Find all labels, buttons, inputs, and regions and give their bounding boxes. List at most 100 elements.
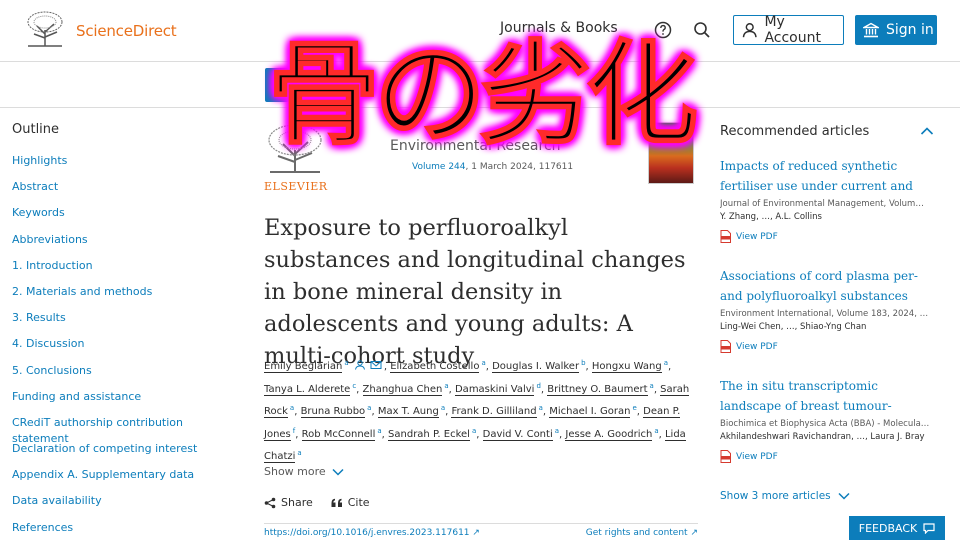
author-name: Zhanghua Chen [362,383,443,396]
chevron-down-icon [332,468,344,476]
author-link[interactable]: Douglas I. Walker b [492,359,586,374]
author-affiliation: c [352,381,357,390]
view-pdf-label: View PDF [736,341,778,352]
email-icon[interactable] [370,360,382,370]
author-link[interactable]: Max T. Aung a [377,404,446,419]
recommended-article: Impacts of reduced synthetic fertiliser … [720,156,938,243]
recommended-article-journal: Environment International, Volume 183, 2… [720,309,929,319]
author-affiliation: a [663,359,668,367]
author-name: Tanya L. Alderete [264,383,351,396]
author-name: Frank D. Gilliland [451,406,537,419]
outline-item[interactable]: References [12,520,242,540]
outline-panel: Outline Highlights Abstract Keywords Abb… [12,122,242,540]
my-account-button[interactable]: My Account [733,14,844,46]
outline-item[interactable]: Appendix A. Supplementary data [12,467,242,493]
chevron-up-icon[interactable] [920,126,934,136]
author-affiliation: a [649,381,654,390]
author-affiliation: b [581,359,586,367]
pdf-icon [720,340,731,353]
feedback-label: FEEDBACK [858,521,918,535]
author-affiliation: a [654,426,659,435]
rights-link[interactable]: Get rights and content ↗ [586,528,698,538]
sign-in-button[interactable]: Sign in [855,15,937,45]
author-affiliation: d [536,381,541,390]
outline-item[interactable]: 1. Introduction [12,258,242,284]
outline-item[interactable]: 3. Results [12,310,242,336]
outline-item[interactable]: CRediT authorship contribution statement [12,415,242,445]
share-icon [264,497,276,508]
outline-item[interactable]: Declaration of competing interest [12,441,242,467]
show-more-articles-button[interactable]: Show 3 more articles [720,490,850,502]
quote-icon [331,498,342,507]
share-cite-bar: Share Cite [264,496,370,509]
feedback-button[interactable]: FEEDBACK [849,516,945,540]
share-label: Share [281,496,313,509]
recommended-view-pdf[interactable]: View PDF [720,340,938,353]
recommended-article-journal: Journal of Environmental Management, Vol… [720,199,924,209]
author-link[interactable]: Jesse A. Goodrich a [565,426,659,441]
view-pdf-label: View PDF [736,451,778,462]
recommended-title: Recommended articles [720,124,870,139]
recommended-view-pdf[interactable]: View PDF [720,230,938,243]
outline-item[interactable]: Funding and assistance [12,389,242,415]
recommended-article-title[interactable]: The in situ transcriptomic landscape of … [720,376,938,416]
pdf-icon [720,450,731,463]
outline-item[interactable]: Data availability [12,493,242,519]
recommended-article-title[interactable]: Associations of cord plasma per- and pol… [720,266,938,306]
author-link[interactable]: Rob McConnell a [301,426,382,441]
author-link[interactable]: Hongxu Wang a [591,359,668,374]
recommended-panel: Recommended articles Impacts of reduced … [720,124,940,502]
cite-label: Cite [347,496,370,509]
author-link[interactable]: Damaskini Valvi d [454,381,541,396]
outline-item[interactable]: Abstract [12,179,242,205]
author-affiliation: a [481,359,486,367]
outline-item[interactable]: Highlights [12,153,242,179]
show-more-button[interactable]: Show more [264,465,344,478]
author-affiliation: a [444,381,449,390]
show-more-articles-label: Show 3 more articles [720,490,831,502]
cite-button[interactable]: Cite [331,496,370,509]
recommended-article-authors: Akhilandeshwari Ravichandran, …, Laura J… [720,432,925,442]
author-link[interactable]: Tanya L. Alderete c [264,381,357,396]
author-link[interactable]: Emily Beglarian a [264,359,349,374]
doi-link[interactable]: https://doi.org/10.1016/j.envres.2023.11… [264,528,480,538]
author-link[interactable]: Elizabeth Costello a [390,359,486,374]
author-affiliation: f [292,426,296,435]
author-link[interactable]: Bruna Rubbo a [300,404,371,419]
article-title: Exposure to perfluoroalkyl substances an… [264,215,686,369]
recommended-view-pdf[interactable]: View PDF [720,450,938,463]
author-affiliation: a [471,426,477,435]
outline-item[interactable]: Abbreviations [12,232,242,258]
outline-item[interactable]: 2. Materials and methods [12,284,242,310]
sciencedirect-logo-text[interactable]: ScienceDirect [76,22,177,40]
author-name: Michael I. Goran [549,406,631,419]
author-name: Hongxu Wang [591,361,662,374]
doi-text: https://doi.org/10.1016/j.envres.2023.11… [264,528,470,538]
author-link[interactable]: Sandrah P. Eckel a [388,426,477,441]
recommended-article-authors: Y. Zhang, …, A.L. Collins [720,212,822,222]
author-link[interactable]: Brittney O. Baumert a [547,381,654,396]
author-name: David V. Conti [482,428,553,441]
author-affiliation: a [344,359,349,367]
author-affiliation: a [554,426,560,435]
author-link[interactable]: Zhanghua Chen a [362,381,449,396]
author-name: Damaskini Valvi [454,383,535,396]
doi-row: https://doi.org/10.1016/j.envres.2023.11… [264,523,698,538]
show-more-label: Show more [264,465,326,478]
author-affiliation: a [377,426,382,435]
author-link[interactable]: Michael I. Goran e [549,404,637,419]
elsevier-tree-logo-icon[interactable] [24,10,66,48]
view-pdf-label: View PDF [736,231,778,242]
search-icon[interactable] [693,21,711,39]
author-affiliation: a [440,404,446,413]
author-affiliation: e [632,404,637,413]
author-link[interactable]: Frank D. Gilliland a [451,404,543,419]
outline-item[interactable]: 4. Discussion [12,336,242,362]
author-link[interactable]: David V. Conti a [482,426,560,441]
share-button[interactable]: Share [264,496,313,509]
recommended-article-title[interactable]: Impacts of reduced synthetic fertiliser … [720,156,938,196]
author-icons [352,360,384,372]
outline-item[interactable]: Keywords [12,205,242,231]
outline-item[interactable]: 5. Conclusions [12,363,242,389]
sign-in-label: Sign in [886,22,934,38]
